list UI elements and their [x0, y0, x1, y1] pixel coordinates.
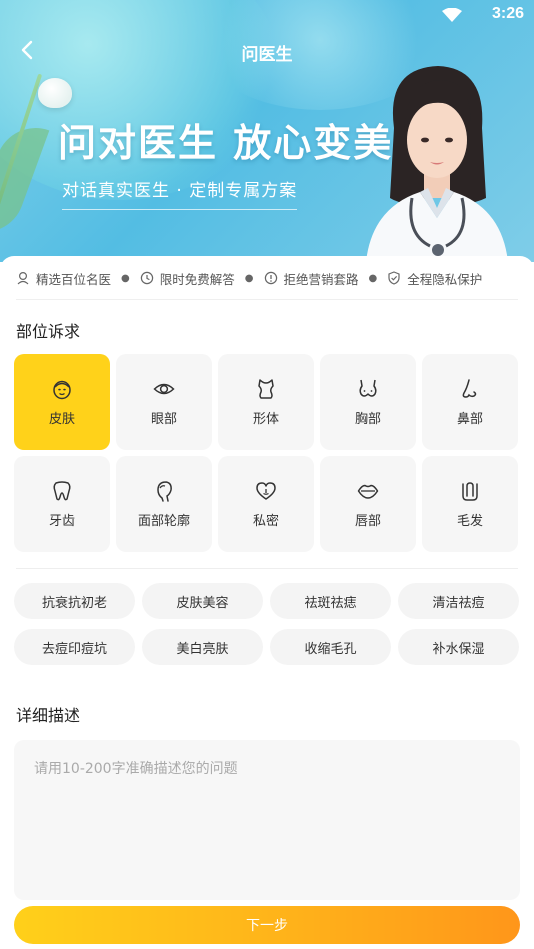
separator-dot: ●	[368, 272, 378, 284]
next-step-button[interactable]: 下一步	[14, 906, 520, 944]
body-part-label: 胸部	[354, 411, 381, 427]
concern-tag[interactable]: 美白亮肤	[142, 629, 263, 665]
doctor-badge-icon	[17, 271, 29, 285]
body-part-lips[interactable]: 唇部	[320, 456, 416, 552]
body-part-skin[interactable]: 皮肤	[14, 354, 110, 450]
separator-dot: ●	[121, 272, 130, 284]
body-part-label: 皮肤	[48, 411, 75, 427]
lips-icon	[357, 484, 379, 499]
body-part-face-contour[interactable]: 面部轮廓	[116, 456, 212, 552]
body-part-label: 鼻部	[456, 411, 483, 427]
banner-subline: 对话真实医生 · 定制专属方案	[62, 176, 298, 210]
wifi-icon	[442, 8, 462, 22]
feature-label: 全程隐私保护	[407, 271, 483, 287]
feature-label: 拒绝营销套路	[283, 271, 359, 287]
body-part-label: 唇部	[354, 513, 381, 529]
concern-tag[interactable]: 清洁祛痘	[398, 583, 519, 619]
heart-icon	[256, 481, 276, 500]
doctor-portrait-image	[366, 66, 508, 262]
feature-item: 限时免费解答	[140, 269, 235, 288]
body-part-grid: 皮肤 眼部 形体 胸部 鼻部 牙齿 面部轮廓 私密 唇部 毛发	[14, 354, 520, 552]
shield-check-icon	[388, 271, 400, 285]
separator-dot: ●	[244, 272, 254, 284]
body-part-label: 眼部	[150, 411, 177, 427]
eye-icon	[153, 383, 175, 394]
body-part-label: 牙齿	[48, 513, 75, 529]
body-part-section-title: 部位诉求	[16, 322, 81, 341]
body-part-chest[interactable]: 胸部	[320, 354, 416, 450]
body-part-hair[interactable]: 毛发	[422, 456, 518, 552]
feature-label: 精选百位名医	[36, 271, 112, 287]
feature-strip: 精选百位名医 ● 限时免费解答 ● 拒绝营销套路 ● 全程隐私保护	[0, 256, 534, 300]
feature-item: 精选百位名医	[16, 269, 111, 288]
concern-tag[interactable]: 补水保湿	[398, 629, 519, 665]
body-part-body-shape[interactable]: 形体	[218, 354, 314, 450]
body-part-private[interactable]: 私密	[218, 456, 314, 552]
ask-doctor-page: 3:26 问医生 问对医生 放心变美 对话真实医生 · 定制专属方案 精选百位名…	[0, 0, 534, 949]
face-profile-icon	[157, 480, 172, 502]
body-part-label: 形体	[252, 411, 279, 427]
hero-banner: 3:26 问医生 问对医生 放心变美 对话真实医生 · 定制专属方案	[0, 0, 534, 262]
status-time: 3:26	[491, 5, 524, 22]
feature-label: 限时免费解答	[159, 271, 235, 287]
clock-icon	[140, 271, 153, 285]
body-part-eyes[interactable]: 眼部	[116, 354, 212, 450]
nose-icon	[462, 378, 477, 398]
concern-tag-list: 抗衰抗初老 皮肤美容 祛斑祛痣 清洁祛痘 去痘印痘坑 美白亮肤 收缩毛孔 补水保…	[14, 583, 520, 665]
concern-tag[interactable]: 收缩毛孔	[270, 629, 391, 665]
concern-tag[interactable]: 去痘印痘坑	[14, 629, 135, 665]
divider	[16, 568, 518, 569]
feature-item: 拒绝营销套路	[264, 269, 359, 288]
concern-tag[interactable]: 皮肤美容	[142, 583, 263, 619]
chest-icon	[359, 379, 377, 397]
concern-tag[interactable]: 抗衰抗初老	[14, 583, 135, 619]
info-circle-icon	[264, 271, 277, 285]
body-part-teeth[interactable]: 牙齿	[14, 456, 110, 552]
tooth-icon	[53, 480, 71, 500]
concern-tag[interactable]: 祛斑祛痣	[270, 583, 391, 619]
body-part-label: 毛发	[456, 513, 483, 529]
face-smile-icon	[53, 380, 71, 399]
description-textarea[interactable]	[14, 740, 520, 900]
banner-headline: 问对医生 放心变美	[58, 121, 394, 165]
tulip-flower-decoration	[38, 78, 72, 108]
feature-item: 全程隐私保护	[387, 269, 482, 288]
description-section-title: 详细描述	[16, 706, 81, 725]
hair-icon	[462, 481, 478, 501]
body-part-label: 面部轮廓	[137, 513, 190, 529]
torso-icon	[258, 378, 274, 399]
body-part-nose[interactable]: 鼻部	[422, 354, 518, 450]
divider	[16, 299, 518, 300]
body-part-label: 私密	[252, 513, 279, 529]
